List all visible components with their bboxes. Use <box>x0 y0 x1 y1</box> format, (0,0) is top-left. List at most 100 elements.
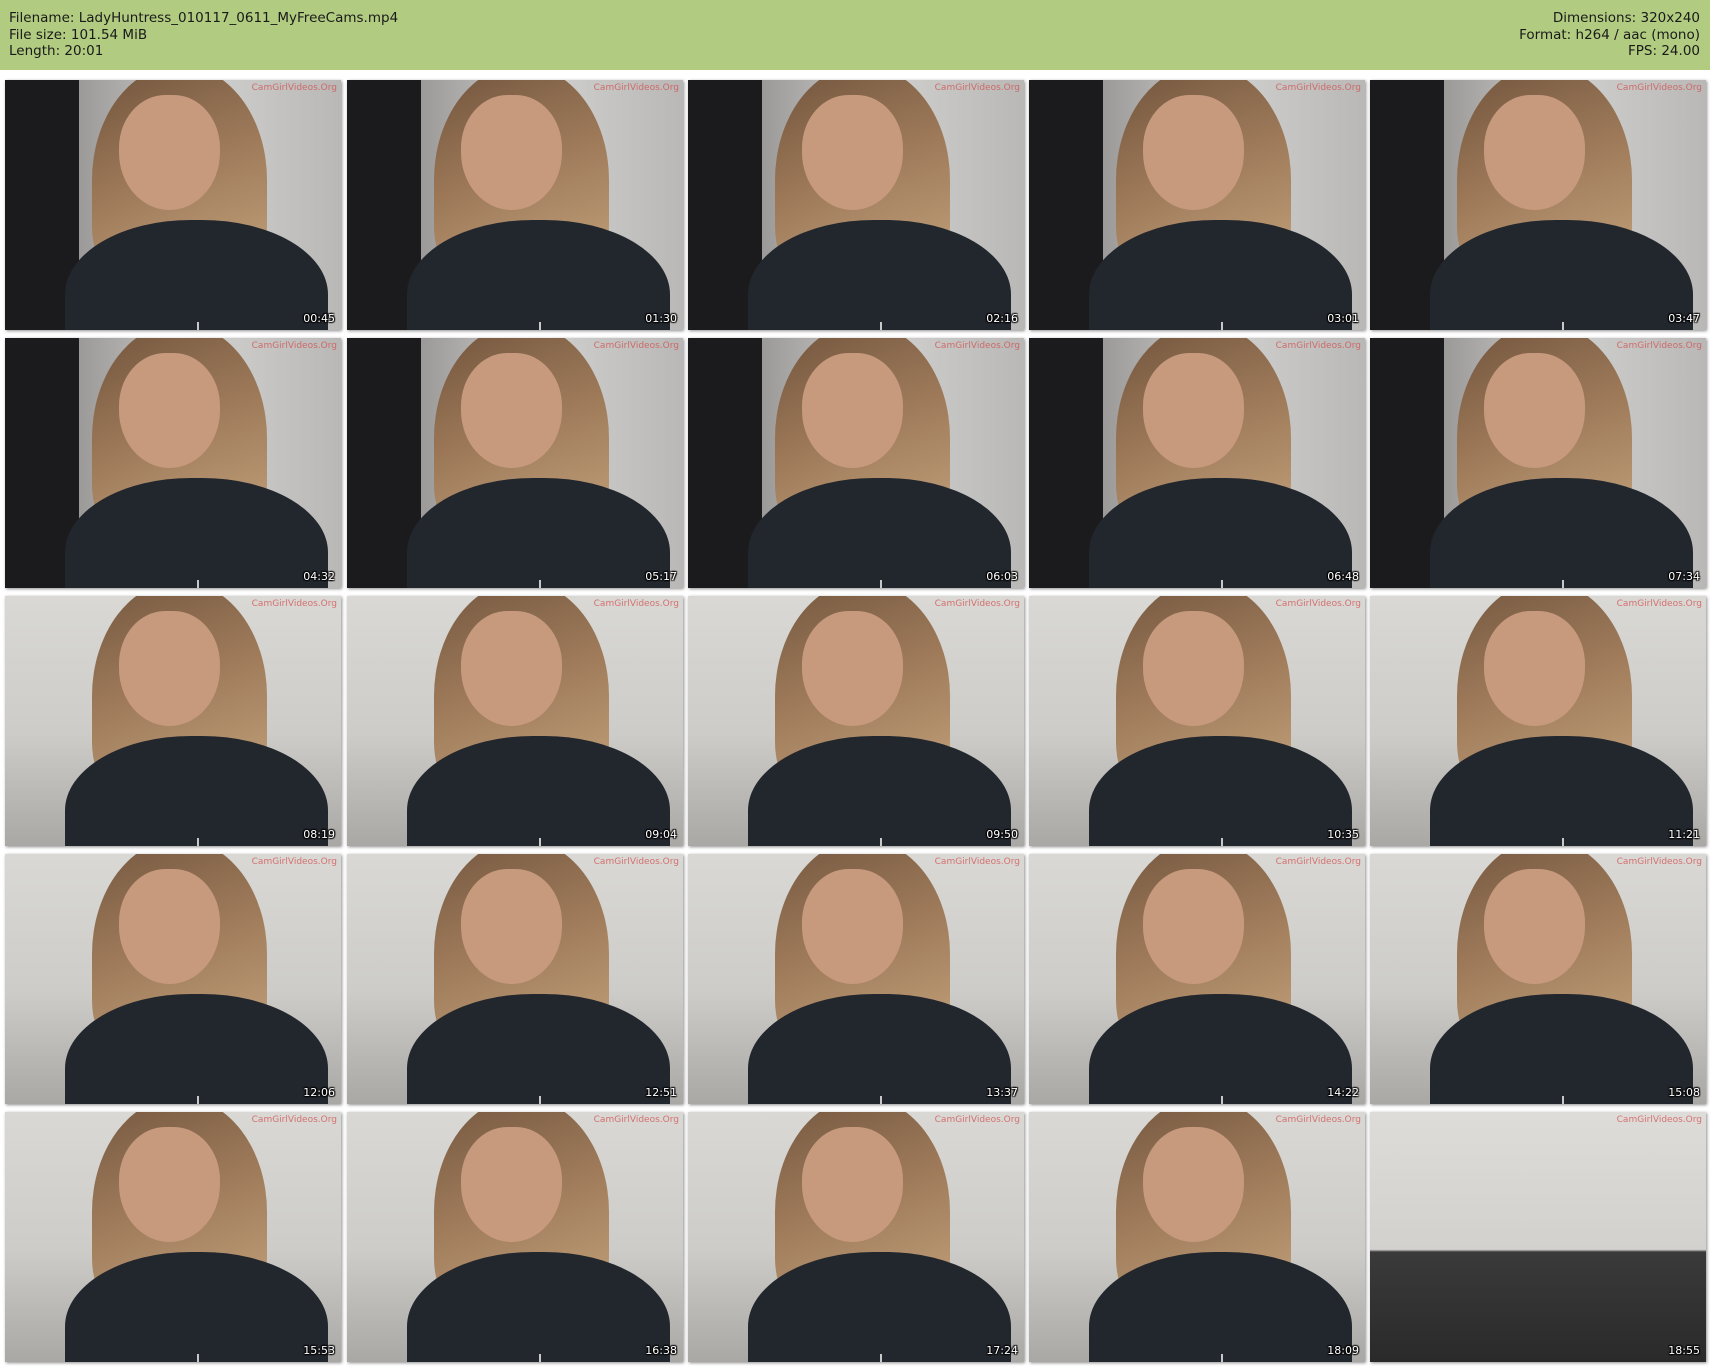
watermark-text: CamGirlVideos.Org <box>593 599 679 609</box>
jacket-zipper <box>879 1096 882 1104</box>
video-thumbnail: CamGirlVideos.Org 10:35 <box>1029 596 1365 846</box>
figure-face <box>119 1127 221 1242</box>
video-thumbnail: CamGirlVideos.Org 11:21 <box>1370 596 1706 846</box>
figure-face <box>1484 611 1586 726</box>
thumbnail-timestamp: 14:22 <box>1327 1086 1359 1099</box>
figure-face <box>119 353 221 468</box>
watermark-text: CamGirlVideos.Org <box>1275 341 1361 351</box>
watermark-text: CamGirlVideos.Org <box>1616 83 1702 93</box>
video-thumbnail: CamGirlVideos.Org 06:48 <box>1029 338 1365 588</box>
figure-face <box>119 869 221 984</box>
figure-face <box>1484 95 1586 210</box>
watermark-text: CamGirlVideos.Org <box>934 599 1020 609</box>
thumbnail-timestamp: 15:53 <box>303 1344 335 1357</box>
video-thumbnail: CamGirlVideos.Org 08:19 <box>5 596 341 846</box>
watermark-text: CamGirlVideos.Org <box>251 341 337 351</box>
video-thumbnail: CamGirlVideos.Org 14:22 <box>1029 854 1365 1104</box>
jacket-zipper <box>538 580 541 588</box>
thumbnail-timestamp: 03:01 <box>1327 312 1359 325</box>
video-thumbnail: CamGirlVideos.Org 05:17 <box>347 338 683 588</box>
watermark-text: CamGirlVideos.Org <box>934 1115 1020 1125</box>
video-thumbnail: CamGirlVideos.Org 13:37 <box>688 854 1024 1104</box>
thumbnail-timestamp: 18:09 <box>1327 1344 1359 1357</box>
jacket-zipper <box>538 322 541 330</box>
figure-face <box>802 869 904 984</box>
figure-face <box>119 95 221 210</box>
jacket-zipper <box>196 838 199 846</box>
jacket-zipper <box>1220 838 1223 846</box>
jacket-zipper <box>879 1354 882 1362</box>
thumbnail-timestamp: 18:55 <box>1668 1344 1700 1357</box>
watermark-text: CamGirlVideos.Org <box>251 83 337 93</box>
jacket-zipper <box>538 1096 541 1104</box>
watermark-text: CamGirlVideos.Org <box>1275 83 1361 93</box>
jacket-zipper <box>879 580 882 588</box>
figure-face <box>1143 95 1245 210</box>
video-thumbnail: CamGirlVideos.Org 12:51 <box>347 854 683 1104</box>
jacket-zipper <box>196 1096 199 1104</box>
thumbnail-timestamp: 06:48 <box>1327 570 1359 583</box>
file-meta-right: Dimensions: 320x240 Format: h264 / aac (… <box>1519 10 1700 60</box>
jacket-zipper <box>538 838 541 846</box>
watermark-text: CamGirlVideos.Org <box>1616 857 1702 867</box>
watermark-text: CamGirlVideos.Org <box>934 857 1020 867</box>
jacket-zipper <box>879 838 882 846</box>
watermark-text: CamGirlVideos.Org <box>1275 1115 1361 1125</box>
video-thumbnail: CamGirlVideos.Org 04:32 <box>5 338 341 588</box>
thumbnail-timestamp: 10:35 <box>1327 828 1359 841</box>
thumbnail-frame <box>1370 1112 1706 1362</box>
watermark-text: CamGirlVideos.Org <box>934 341 1020 351</box>
jacket-zipper <box>1561 838 1564 846</box>
watermark-text: CamGirlVideos.Org <box>251 1115 337 1125</box>
thumbnail-timestamp: 07:34 <box>1668 570 1700 583</box>
filesize-label: File size: 101.54 MiB <box>9 26 148 43</box>
video-thumbnail: CamGirlVideos.Org 17:24 <box>688 1112 1024 1362</box>
figure-face <box>802 611 904 726</box>
video-thumbnail: CamGirlVideos.Org 03:47 <box>1370 80 1706 330</box>
thumbnail-grid: CamGirlVideos.Org 00:45 CamGirlVideos.Org 0… <box>0 70 1710 1370</box>
figure-face <box>461 611 563 726</box>
figure-face <box>1143 869 1245 984</box>
video-thumbnail: CamGirlVideos.Org 09:50 <box>688 596 1024 846</box>
length-label: Length: 20:01 <box>9 43 104 59</box>
watermark-text: CamGirlVideos.Org <box>1616 599 1702 609</box>
thumbnail-timestamp: 15:08 <box>1668 1086 1700 1099</box>
video-thumbnail: CamGirlVideos.Org 01:30 <box>347 80 683 330</box>
thumbnail-timestamp: 16:38 <box>645 1344 677 1357</box>
thumbnail-timestamp: 11:21 <box>1668 828 1700 841</box>
jacket-zipper <box>1220 1096 1223 1104</box>
figure-face <box>461 869 563 984</box>
watermark-text: CamGirlVideos.Org <box>1616 1115 1702 1125</box>
video-thumbnail: CamGirlVideos.Org 06:03 <box>688 338 1024 588</box>
jacket-zipper <box>1561 1096 1564 1104</box>
jacket-zipper <box>1561 322 1564 330</box>
watermark-text: CamGirlVideos.Org <box>593 857 679 867</box>
figure-face <box>461 95 563 210</box>
jacket-zipper <box>1220 322 1223 330</box>
figure-face <box>802 95 904 210</box>
video-thumbnail: CamGirlVideos.Org 12:06 <box>5 854 341 1104</box>
file-meta-left: Filename: LadyHuntress_010117_0611_MyFre… <box>9 10 398 60</box>
fps-label: FPS: 24.00 <box>1628 43 1700 59</box>
info-header: Filename: LadyHuntress_010117_0611_MyFre… <box>0 0 1710 70</box>
video-thumbnail: CamGirlVideos.Org 02:16 <box>688 80 1024 330</box>
filename-label: Filename: LadyHuntress_010117_0611_MyFre… <box>9 10 399 26</box>
jacket-zipper <box>1220 580 1223 588</box>
thumbnail-timestamp: 12:51 <box>645 1086 677 1099</box>
jacket-zipper <box>196 580 199 588</box>
watermark-text: CamGirlVideos.Org <box>251 857 337 867</box>
watermark-text: CamGirlVideos.Org <box>251 599 337 609</box>
figure-face <box>802 353 904 468</box>
thumbnail-timestamp: 03:47 <box>1668 312 1700 325</box>
thumbnail-timestamp: 04:32 <box>303 570 335 583</box>
dimensions-label: Dimensions: 320x240 <box>1552 10 1700 26</box>
jacket-zipper <box>1561 580 1564 588</box>
video-thumbnail: CamGirlVideos.Org 03:01 <box>1029 80 1365 330</box>
watermark-text: CamGirlVideos.Org <box>934 83 1020 93</box>
thumbnail-timestamp: 08:19 <box>303 828 335 841</box>
thumbnail-timestamp: 09:50 <box>986 828 1018 841</box>
video-thumbnail: CamGirlVideos.Org 18:09 <box>1029 1112 1365 1362</box>
video-thumbnail: CamGirlVideos.Org 15:53 <box>5 1112 341 1362</box>
thumbnail-timestamp: 13:37 <box>986 1086 1018 1099</box>
watermark-text: CamGirlVideos.Org <box>1275 599 1361 609</box>
